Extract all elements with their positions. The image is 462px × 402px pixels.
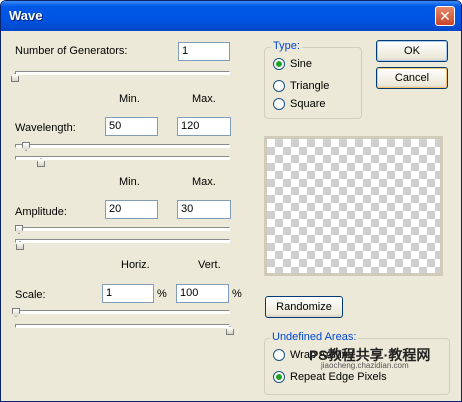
- cancel-button[interactable]: Cancel: [376, 67, 448, 89]
- amplitude-min-slider-track[interactable]: [15, 227, 230, 231]
- amplitude-max-slider-track[interactable]: [15, 239, 230, 243]
- scale-horiz-input[interactable]: 1: [102, 284, 154, 303]
- title-bar[interactable]: Wave ✕: [1, 1, 461, 31]
- type-triangle-radio[interactable]: [273, 80, 285, 92]
- close-button[interactable]: ✕: [435, 6, 455, 26]
- wavelength-min-input[interactable]: 50: [105, 117, 158, 136]
- wavelength-max-input[interactable]: 120: [177, 117, 231, 136]
- undefined-areas-legend: Undefined Areas:: [270, 331, 359, 343]
- repeat-edge-radio[interactable]: [273, 371, 285, 383]
- ok-button[interactable]: OK: [376, 40, 448, 62]
- amplitude-min-header: Min.: [119, 176, 140, 188]
- scale-vert-unit: %: [232, 288, 242, 300]
- scale-horiz-unit: %: [157, 288, 167, 300]
- scale-horiz-header: Horiz.: [121, 259, 150, 271]
- type-triangle-label[interactable]: Triangle: [290, 80, 329, 92]
- generators-label: Number of Generators:: [15, 45, 128, 57]
- watermark-url: jiaocheng.chazidian.com: [321, 361, 409, 370]
- type-square-label[interactable]: Square: [290, 98, 325, 110]
- amplitude-min-slider-thumb[interactable]: [15, 225, 23, 234]
- scale-horiz-slider-track[interactable]: [15, 310, 230, 314]
- scale-vert-slider-track[interactable]: [15, 324, 230, 328]
- wavelength-min-header: Min.: [119, 93, 140, 105]
- randomize-button[interactable]: Randomize: [265, 296, 343, 318]
- amplitude-max-input[interactable]: 30: [177, 200, 231, 219]
- amplitude-min-input[interactable]: 20: [105, 200, 158, 219]
- scale-vert-header: Vert.: [198, 259, 221, 271]
- wavelength-max-header: Max.: [192, 93, 216, 105]
- dialog-title: Wave: [9, 8, 43, 23]
- preview-canvas[interactable]: [264, 136, 443, 276]
- amplitude-label: Amplitude:: [15, 206, 67, 218]
- type-sine-radio[interactable]: [273, 58, 285, 70]
- amplitude-max-header: Max.: [192, 176, 216, 188]
- wrap-around-radio[interactable]: [273, 349, 285, 361]
- generators-input[interactable]: 1: [178, 42, 230, 61]
- wavelength-min-slider-thumb[interactable]: [22, 142, 30, 151]
- wavelength-max-slider-track[interactable]: [15, 156, 230, 160]
- wavelength-label: Wavelength:: [15, 122, 76, 134]
- scale-horiz-slider-thumb[interactable]: [12, 308, 20, 317]
- type-sine-label[interactable]: Sine: [290, 58, 312, 70]
- type-square-radio[interactable]: [273, 98, 285, 110]
- scale-label: Scale:: [15, 289, 46, 301]
- type-group-legend: Type:: [271, 40, 302, 52]
- wave-dialog: Wave ✕ Number of Generators: 1 Min. Max.…: [0, 0, 462, 402]
- wavelength-min-slider-track[interactable]: [15, 144, 230, 148]
- repeat-edge-label[interactable]: Repeat Edge Pixels: [290, 371, 387, 383]
- generators-slider-track[interactable]: [15, 71, 230, 75]
- scale-vert-input[interactable]: 100: [176, 284, 229, 303]
